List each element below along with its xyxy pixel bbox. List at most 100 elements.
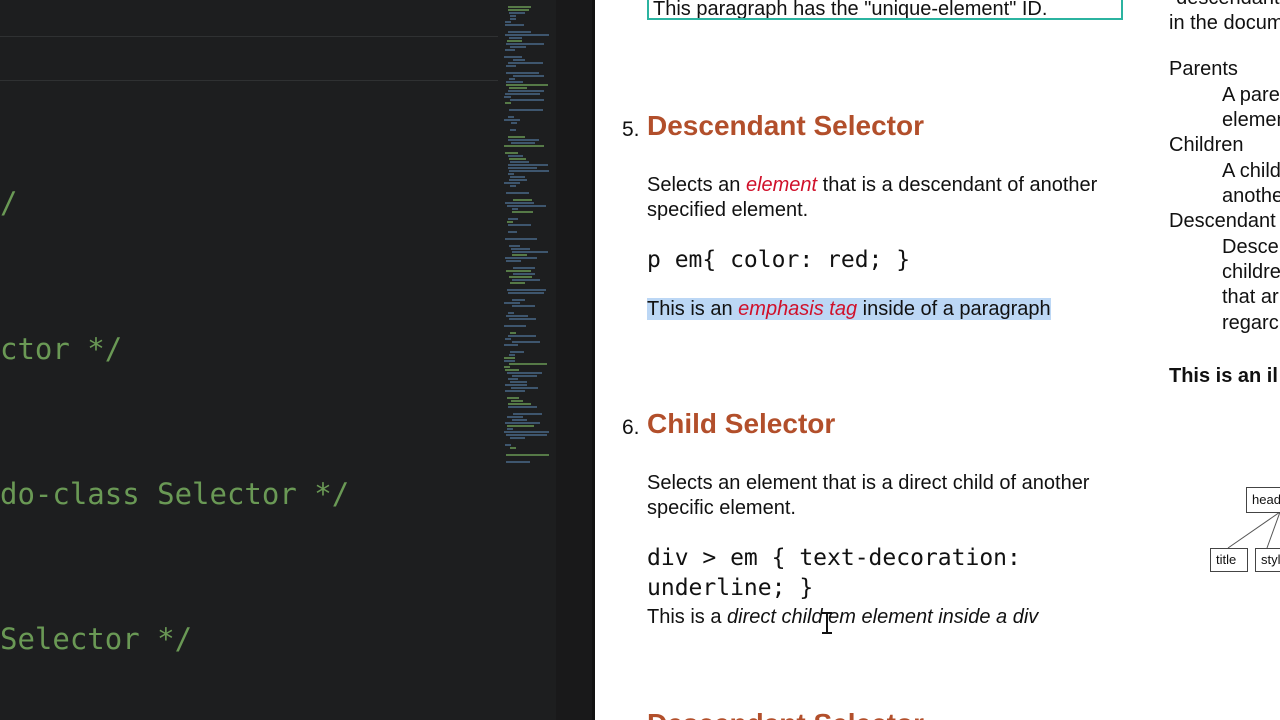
minimap-line	[505, 390, 525, 392]
code-line[interactable]: Selector */	[0, 622, 192, 656]
minimap-line	[505, 422, 540, 424]
minimap-line	[508, 224, 531, 226]
minimap-line	[511, 387, 538, 389]
editor-minimap[interactable]	[478, 0, 554, 470]
minimap-line	[510, 185, 516, 187]
minimap-line	[508, 9, 529, 11]
minimap-line	[508, 136, 525, 138]
minimap-line	[505, 369, 519, 371]
minimap-line	[504, 302, 520, 304]
minimap-line	[507, 205, 546, 207]
section-title-child: Child Selector	[647, 408, 836, 439]
demo-emphasis: direct child em element inside a div	[727, 606, 1039, 628]
minimap-line	[510, 161, 529, 163]
demo-text: inside of a paragraph	[857, 298, 1051, 320]
minimap-line	[512, 279, 540, 281]
sidebar-definition: A child	[1222, 160, 1280, 182]
description-text: Selects an	[647, 174, 746, 196]
minimap-line	[509, 12, 525, 14]
sidebar-text: "descendant	[1169, 0, 1280, 11]
next-section-title-text: Descendant Selector	[647, 710, 924, 720]
minimap-line	[507, 221, 513, 223]
descendant-demo-paragraph: This is an emphasis tag inside of a para…	[647, 296, 1051, 322]
minimap-line	[513, 75, 544, 77]
minimap-line	[508, 62, 543, 64]
child-demo-paragraph: This is a direct child em element inside…	[647, 604, 1038, 630]
text-cursor-icon	[822, 612, 832, 634]
minimap-line	[504, 366, 510, 368]
minimap-line	[508, 173, 514, 175]
minimap-line	[506, 461, 530, 463]
minimap-line	[504, 344, 518, 346]
editor-scrollbar[interactable]	[556, 0, 592, 720]
minimap-line	[506, 81, 523, 83]
demo-emphasis: emphasis tag	[738, 298, 858, 320]
minimap-line	[510, 176, 525, 178]
minimap-line	[508, 139, 539, 141]
code-line[interactable]: ctor */	[0, 332, 122, 366]
minimap-line	[509, 37, 522, 39]
sidebar-definition: Desce	[1222, 236, 1279, 258]
minimap-line	[507, 425, 534, 427]
code-line[interactable]: do-class Selector */	[0, 477, 349, 511]
code-line[interactable]: /	[0, 186, 17, 220]
minimap-line	[512, 208, 518, 210]
minimap-line	[510, 99, 544, 101]
minimap-line	[504, 325, 526, 327]
minimap-line	[512, 341, 540, 343]
minimap-line	[510, 282, 525, 284]
minimap-line	[504, 119, 520, 121]
description-emphasis: element	[745, 174, 818, 196]
minimap-line	[509, 245, 520, 247]
minimap-line	[513, 59, 525, 61]
dom-tree-node-style: style	[1255, 548, 1280, 572]
minimap-line	[508, 292, 544, 294]
minimap-line	[508, 6, 531, 8]
minimap-line	[510, 332, 516, 334]
descendant-description: Selects an element that is a descendant …	[647, 173, 1137, 223]
unique-element-paragraph: This paragraph has the "unique-element" …	[647, 0, 1123, 20]
minimap-line	[512, 419, 527, 421]
section-number: 5.	[622, 118, 640, 141]
minimap-line	[508, 403, 531, 405]
minimap-line	[505, 34, 549, 36]
minimap-line	[507, 289, 546, 291]
minimap-line	[510, 129, 516, 131]
minimap-line	[512, 299, 525, 301]
minimap-line	[504, 56, 522, 58]
minimap-line	[506, 434, 547, 436]
sidebar-term: Children	[1169, 134, 1244, 156]
code-editor-pane[interactable]: / ctor */ do-class Selector */ Selector …	[0, 0, 592, 720]
dom-tree-node-head: head	[1246, 487, 1280, 513]
minimap-line	[504, 145, 544, 147]
next-section-title: Descendant Selector	[647, 710, 924, 720]
sidebar-term: Parents	[1169, 58, 1238, 80]
minimap-line	[512, 305, 535, 307]
minimap-line	[505, 49, 515, 51]
minimap-line	[508, 155, 523, 157]
minimap-line	[505, 338, 511, 340]
minimap-line	[505, 257, 537, 259]
dom-tree-node-title: title	[1210, 548, 1248, 572]
minimap-line	[508, 406, 537, 408]
editor-rule-line	[0, 36, 498, 37]
sidebar-definition: anothe	[1222, 185, 1280, 207]
minimap-line	[506, 192, 529, 194]
minimap-line	[509, 109, 543, 111]
minimap-line	[509, 158, 526, 160]
minimap-line	[506, 454, 549, 456]
minimap-line	[505, 102, 511, 104]
minimap-line	[506, 260, 521, 262]
section-number: 6.	[622, 416, 640, 439]
minimap-line	[513, 273, 535, 275]
minimap-line	[508, 31, 531, 33]
sidebar-definition: elemen	[1222, 109, 1280, 131]
sidebar-definition: A paren	[1222, 84, 1280, 106]
minimap-line	[511, 400, 523, 402]
minimap-line	[512, 211, 533, 213]
editor-rule-line	[0, 80, 498, 81]
minimap-line	[511, 142, 535, 144]
minimap-line	[513, 413, 542, 415]
sidebar-definition: regarc	[1222, 312, 1279, 334]
minimap-line	[508, 167, 537, 169]
